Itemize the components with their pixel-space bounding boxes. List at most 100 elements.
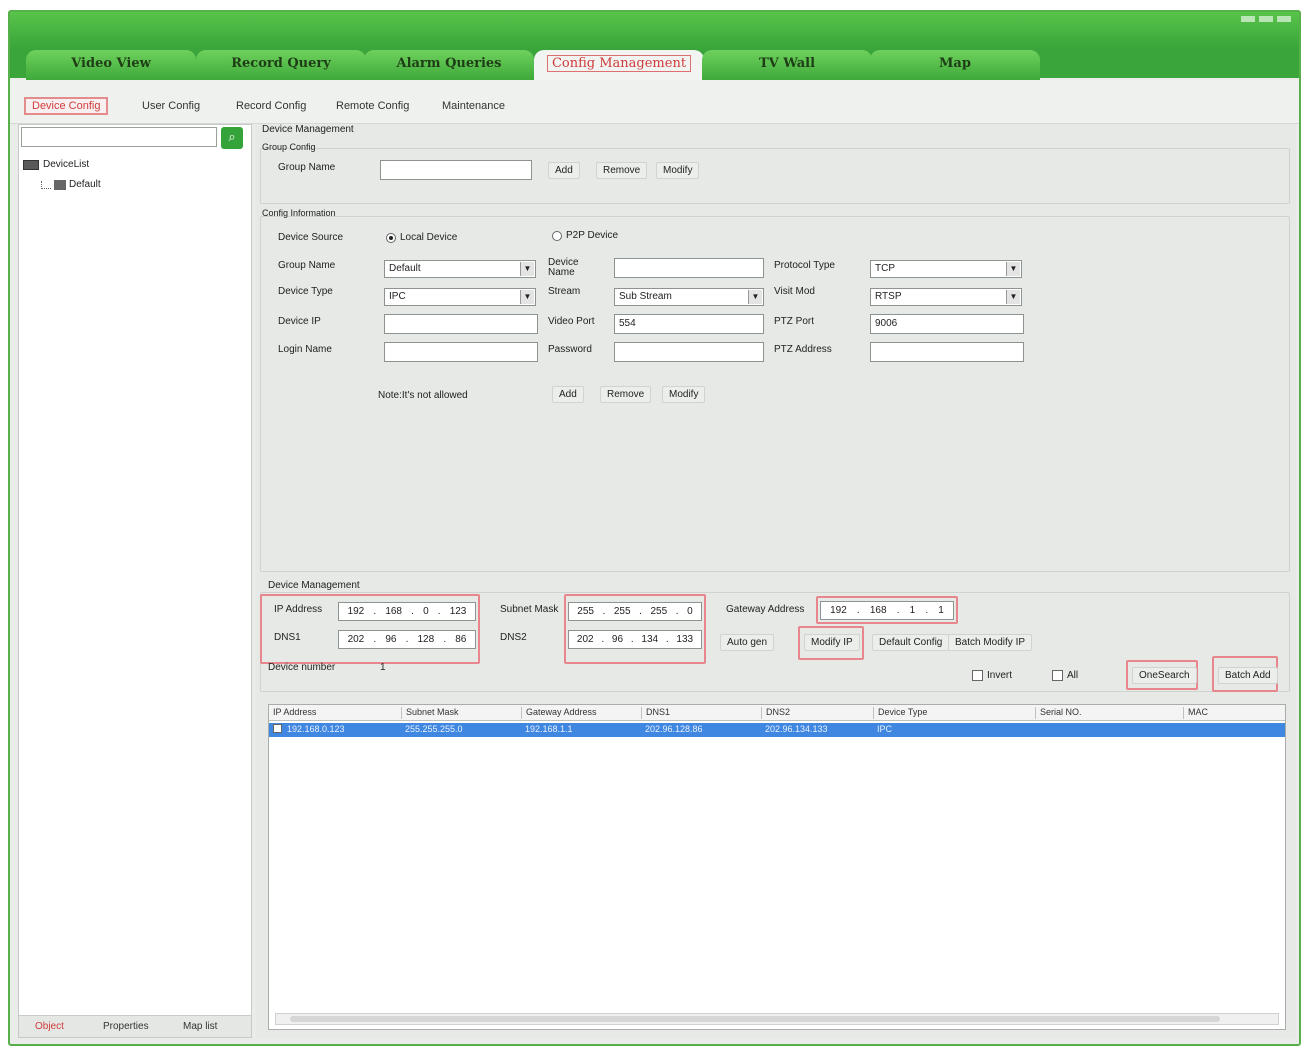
column-header[interactable]: Gateway Address	[521, 707, 639, 719]
chevron-down-icon: ▼	[520, 290, 534, 304]
ptz-port-label: PTZ Port	[774, 316, 815, 327]
modify-ip-button[interactable]: Modify IP	[804, 634, 860, 651]
chevron-down-icon: ▼	[1006, 262, 1020, 276]
subtab-user-config[interactable]: User Config	[142, 100, 200, 112]
sub-tab-bar: Device Config User Config Record Config …	[10, 80, 1299, 124]
ip-octet: 202	[576, 634, 594, 645]
tab-object[interactable]: Object	[35, 1021, 64, 1032]
dns1-input[interactable]: 202. 96. 128. 86	[338, 630, 476, 649]
column-header[interactable]: Serial NO.	[1035, 707, 1181, 719]
ip-address-input[interactable]: 192. 168. 0. 123	[338, 602, 476, 621]
default-config-button[interactable]: Default Config	[872, 634, 950, 651]
group-modify-button[interactable]: Modify	[656, 162, 700, 179]
ip-octet: 202	[347, 634, 365, 645]
subtab-device-config[interactable]: Device Config	[24, 97, 109, 115]
column-header[interactable]: Device Type	[873, 707, 1033, 719]
visit-mod-select[interactable]: RTSP ▼	[870, 288, 1022, 306]
chevron-down-icon: ▼	[1006, 290, 1020, 304]
tab-config-management[interactable]: Config Management	[534, 50, 704, 80]
column-header[interactable]: Subnet Mask	[401, 707, 519, 719]
search-icon[interactable]: ⌕	[221, 127, 243, 149]
minimize-icon[interactable]	[1241, 16, 1255, 22]
password-label: Password	[548, 344, 592, 355]
ip-octet: 192	[830, 605, 847, 616]
column-header[interactable]: DNS1	[641, 707, 759, 719]
group-name-input[interactable]	[380, 160, 532, 180]
batch-add-button[interactable]: Batch Add	[1218, 667, 1278, 684]
ip-octet: 192	[347, 606, 365, 617]
device-remove-button[interactable]: Remove	[600, 386, 652, 403]
subnet-mask-label: Subnet Mask	[500, 604, 559, 615]
batch-modify-ip-button[interactable]: Batch Modify IP	[948, 634, 1033, 651]
ip-octet: 96	[611, 634, 624, 645]
all-checkbox[interactable]: All	[1052, 670, 1078, 681]
all-label: All	[1067, 670, 1079, 681]
visit-mod-value: RTSP	[875, 291, 902, 302]
ip-octet: 0	[423, 606, 429, 617]
close-icon[interactable]	[1277, 16, 1291, 22]
cfg-group-name-select[interactable]: Default ▼	[384, 260, 536, 278]
dns2-label: DNS2	[500, 632, 527, 643]
dns2-input[interactable]: 202. 96. 134. 133	[568, 630, 702, 649]
local-device-radio[interactable]: Local Device	[386, 232, 457, 243]
cell-dns1: 202.96.128.86	[645, 724, 703, 734]
maximize-icon[interactable]	[1259, 16, 1273, 22]
group-add-button[interactable]: Add	[548, 162, 580, 179]
p2p-device-radio[interactable]: P2P Device	[552, 230, 618, 241]
table-row[interactable]: 192.168.0.123 255.255.255.0 192.168.1.1 …	[269, 723, 1285, 737]
password-input[interactable]	[614, 342, 764, 362]
cell-dns2: 202.96.134.133	[765, 724, 828, 734]
tree-root-devicelist[interactable]: DeviceList	[23, 159, 89, 170]
login-name-input[interactable]	[384, 342, 538, 362]
subnet-mask-input[interactable]: 255. 255. 255. 0	[568, 602, 702, 621]
ip-octet: 1	[938, 605, 944, 616]
device-name-label: Device Name	[548, 257, 579, 278]
device-type-select[interactable]: IPC ▼	[384, 288, 536, 306]
tree-item-default[interactable]: Default	[41, 179, 101, 190]
horizontal-scrollbar[interactable]	[275, 1013, 1279, 1025]
row-checkbox[interactable]	[273, 724, 282, 733]
subtab-maintenance[interactable]: Maintenance	[442, 100, 505, 112]
device-ip-input[interactable]	[384, 314, 538, 334]
invert-checkbox[interactable]: Invert	[972, 670, 1012, 681]
protocol-type-select[interactable]: TCP ▼	[870, 260, 1022, 278]
checkbox-box	[273, 724, 282, 733]
device-ip-label: Device IP	[278, 316, 321, 327]
onesearch-button[interactable]: OneSearch	[1132, 667, 1197, 684]
device-type-value: IPC	[389, 291, 406, 302]
ptz-port-input[interactable]: 9006	[870, 314, 1024, 334]
section-title-device-management: Device Management	[262, 124, 354, 135]
device-name-input[interactable]	[614, 258, 764, 278]
device-add-button[interactable]: Add	[552, 386, 584, 403]
column-header[interactable]: MAC	[1183, 707, 1283, 719]
group-remove-button[interactable]: Remove	[596, 162, 648, 179]
tab-tv-wall[interactable]: TV Wall	[702, 50, 872, 80]
stream-select[interactable]: Sub Stream ▼	[614, 288, 764, 306]
tab-record-query[interactable]: Record Query	[196, 50, 366, 80]
auto-gen-button[interactable]: Auto gen	[720, 634, 775, 651]
ptz-address-input[interactable]	[870, 342, 1024, 362]
column-header[interactable]: IP Address	[269, 707, 399, 719]
tree-connector	[41, 180, 51, 189]
scrollbar-thumb[interactable]	[290, 1016, 1220, 1022]
device-modify-button[interactable]: Modify	[662, 386, 706, 403]
subtab-record-config[interactable]: Record Config	[236, 100, 306, 112]
video-port-label: Video Port	[548, 316, 595, 327]
tab-video-view[interactable]: Video View	[26, 50, 196, 80]
device-search-input[interactable]	[21, 127, 217, 147]
device-number-value: 1	[380, 662, 386, 673]
tree-root-label: DeviceList	[43, 159, 90, 170]
ip-octet: 96	[385, 634, 397, 645]
gateway-input[interactable]: 192. 168. 1. 1	[820, 601, 954, 620]
subtab-remote-config[interactable]: Remote Config	[336, 100, 409, 112]
tab-map[interactable]: Map	[870, 50, 1040, 80]
group-name-label: Group Name	[278, 162, 336, 173]
login-name-label: Login Name	[278, 344, 332, 355]
column-header[interactable]: DNS2	[761, 707, 871, 719]
video-port-input[interactable]: 554	[614, 314, 764, 334]
tab-map-list[interactable]: Map list	[183, 1021, 217, 1032]
ip-octet: 255	[613, 606, 631, 617]
device-type-label: Device Type	[278, 286, 333, 297]
tab-alarm-queries[interactable]: Alarm Queries	[364, 50, 534, 80]
tab-properties[interactable]: Properties	[103, 1021, 149, 1032]
